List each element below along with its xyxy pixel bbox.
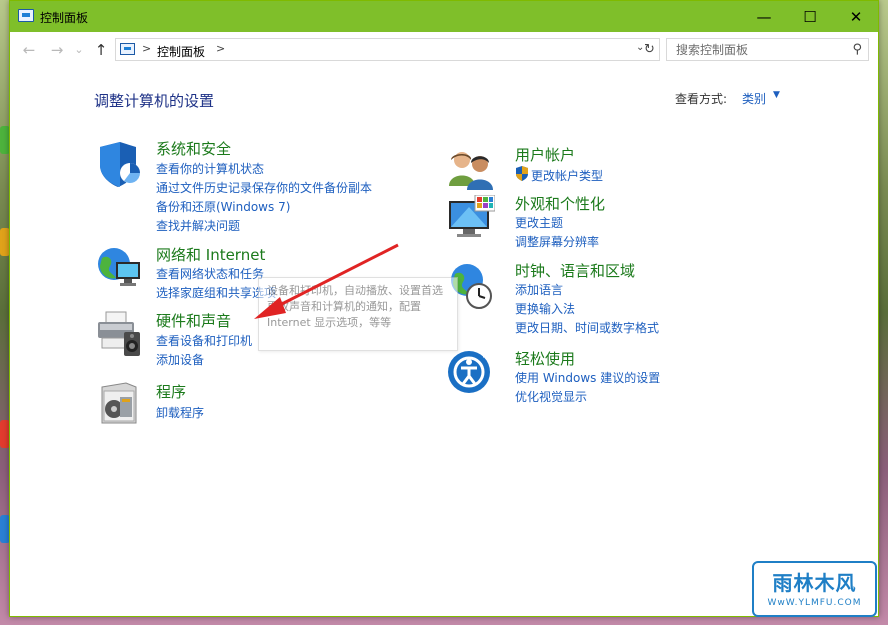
shield-icon[interactable] [96, 141, 144, 189]
address-field[interactable]: > 控制面板 > ⌄ [115, 38, 660, 61]
recent-locations-icon[interactable]: ⌄ [70, 41, 88, 59]
window-title: 控制面板 [40, 11, 89, 25]
category-link[interactable]: 查找并解决问题 [156, 217, 240, 234]
category-link[interactable]: 查看设备和打印机 [156, 332, 252, 349]
category-title[interactable]: 轻松使用 [515, 348, 575, 369]
category-link[interactable]: 备份和还原(Windows 7) [156, 198, 290, 215]
category-link[interactable]: 更改日期、时间或数字格式 [515, 319, 659, 336]
category-link[interactable]: 使用 Windows 建议的设置 [515, 369, 660, 386]
search-box: ⚲ [666, 38, 869, 61]
category-title[interactable]: 外观和个性化 [515, 193, 605, 214]
refresh-button[interactable]: ↻ [640, 38, 660, 61]
users-icon[interactable] [447, 146, 495, 194]
watermark-url: WwW.YLMFU.COM [767, 598, 862, 608]
category-link[interactable]: 查看你的计算机状态 [156, 160, 264, 177]
control-panel-icon [120, 43, 135, 55]
network-globe-icon[interactable] [96, 244, 144, 292]
search-input[interactable] [667, 39, 847, 60]
maximize-button[interactable]: ☐ [787, 1, 833, 32]
category-link[interactable]: 卸载程序 [156, 404, 204, 421]
category-title[interactable]: 硬件和声音 [156, 310, 231, 331]
category-link[interactable]: 通过文件历史记录保存你的文件备份副本 [156, 179, 372, 196]
red-annotation-arrow [254, 243, 399, 319]
category-title[interactable]: 系统和安全 [156, 138, 231, 159]
monitor-palette-icon[interactable] [447, 195, 495, 243]
up-arrow-icon[interactable]: ↑ [92, 41, 110, 59]
breadcrumb-separator[interactable]: > [216, 42, 225, 55]
category-title[interactable]: 时钟、语言和区域 [515, 260, 635, 281]
category-link[interactable]: 优化视觉显示 [515, 388, 587, 405]
control-panel-icon [18, 9, 34, 22]
category-link[interactable]: 查看网络状态和任务 [156, 265, 264, 282]
category-link[interactable]: 更改主题 [515, 214, 563, 231]
back-arrow-icon[interactable]: ← [20, 41, 38, 59]
uac-shield-icon [516, 166, 528, 181]
main-content: 调整计算机的设置 查看方式: 类别 ▼ 系统和安全 查看你的计算机状态 通过文件… [10, 68, 878, 616]
category-link[interactable]: 更改帐户类型 [531, 167, 603, 184]
watermark-logo: 雨林木风 WwW.YLMFU.COM [752, 561, 877, 617]
category-title[interactable]: 用户帐户 [515, 144, 575, 165]
category-link[interactable]: 添加语言 [515, 281, 563, 298]
chevron-down-icon[interactable]: ▼ [773, 90, 780, 100]
watermark-title: 雨林木风 [772, 571, 857, 595]
address-bar: ← → ⌄ ↑ > 控制面板 > ⌄ ↻ ⚲ [10, 32, 878, 68]
close-button[interactable]: ✕ [833, 1, 879, 32]
printer-icon[interactable] [96, 310, 144, 358]
search-icon[interactable]: ⚲ [852, 42, 862, 57]
programs-icon[interactable] [96, 379, 144, 427]
category-link[interactable]: 添加设备 [156, 351, 204, 368]
view-by-dropdown[interactable]: 类别 [742, 90, 766, 107]
breadcrumb-separator[interactable]: > [142, 42, 151, 55]
category-link[interactable]: 更换输入法 [515, 300, 575, 317]
category-title[interactable]: 网络和 Internet [156, 244, 265, 265]
view-by-label: 查看方式: [675, 92, 728, 106]
control-panel-window: 控制面板 — ☐ ✕ ← → ⌄ ↑ > 控制面板 > ⌄ ↻ ⚲ 调整计算机的… [9, 0, 879, 617]
title-bar[interactable]: 控制面板 — ☐ ✕ [10, 1, 878, 32]
category-link[interactable]: 调整屏幕分辨率 [515, 233, 599, 250]
breadcrumb-control-panel[interactable]: 控制面板 [157, 43, 205, 60]
forward-arrow-icon[interactable]: → [48, 41, 66, 59]
page-title: 调整计算机的设置 [94, 92, 215, 110]
minimize-button[interactable]: — [741, 1, 787, 32]
ease-of-access-icon[interactable] [447, 350, 495, 398]
category-title[interactable]: 程序 [156, 381, 186, 402]
